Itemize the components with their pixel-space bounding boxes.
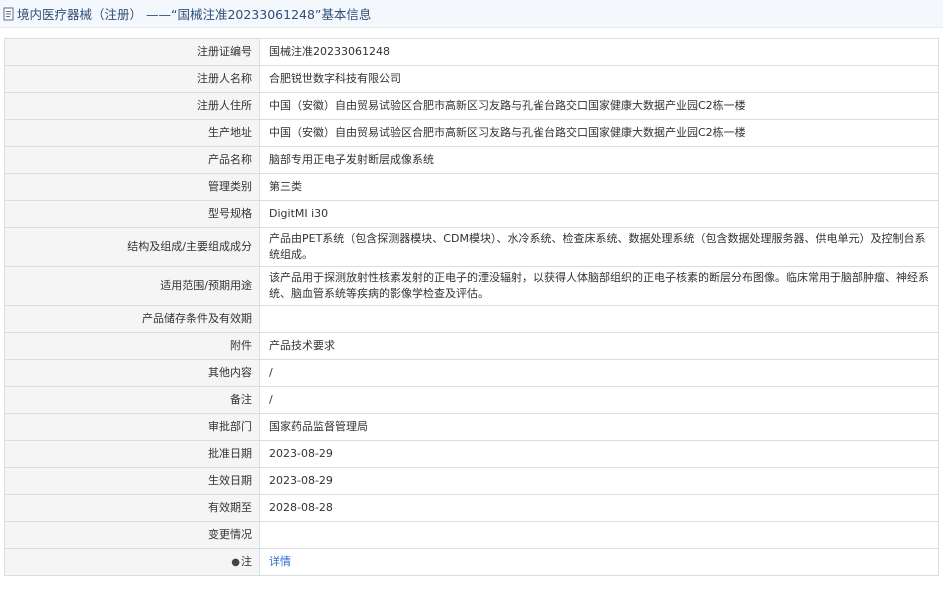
row-label: 批准日期: [4, 440, 260, 468]
note-row: ●注 详情: [4, 548, 939, 576]
row-label: 型号规格: [4, 200, 260, 228]
table-row: 产品储存条件及有效期: [4, 305, 939, 333]
table-row: 注册证编号 国械注准20233061248: [4, 38, 939, 66]
row-label: 注册人名称: [4, 65, 260, 93]
table-row: 备注 /: [4, 386, 939, 414]
row-label: 变更情况: [4, 521, 260, 549]
row-label: 产品名称: [4, 146, 260, 174]
row-label: 适用范围/预期用途: [4, 266, 260, 306]
row-value: 脑部专用正电子发射断层成像系统: [259, 146, 939, 174]
document-icon: [3, 7, 14, 20]
row-label: 管理类别: [4, 173, 260, 201]
note-value-cell: 详情: [259, 548, 939, 576]
table-row: 型号规格 DigitMI i30: [4, 200, 939, 228]
row-value: [259, 521, 939, 549]
table-row: 批准日期 2023-08-29: [4, 440, 939, 468]
row-value: 该产品用于探测放射性核素发射的正电子的湮没辐射，以获得人体脑部组织的正电子核素的…: [259, 266, 939, 306]
registration-info-table: 注册证编号 国械注准20233061248 注册人名称 合肥锐世数字科技有限公司…: [4, 38, 939, 576]
table-row: 附件 产品技术要求: [4, 332, 939, 360]
row-label: 其他内容: [4, 359, 260, 387]
table-row: 其他内容 /: [4, 359, 939, 387]
page-title-bar: 境内医疗器械（注册） ——“国械注准20233061248”基本信息: [0, 0, 943, 28]
note-label: 注: [241, 554, 252, 568]
row-value: 2023-08-29: [259, 440, 939, 468]
row-label: 有效期至: [4, 494, 260, 522]
row-value: 产品技术要求: [259, 332, 939, 360]
table-row: 注册人住所 中国（安徽）自由贸易试验区合肥市高新区习友路与孔雀台路交口国家健康大…: [4, 92, 939, 120]
pin-icon: ●: [231, 556, 240, 568]
row-label: 生产地址: [4, 119, 260, 147]
note-label-cell: ●注: [4, 548, 260, 576]
table-row: 变更情况: [4, 521, 939, 549]
row-value: [259, 305, 939, 333]
row-value: 中国（安徽）自由贸易试验区合肥市高新区习友路与孔雀台路交口国家健康大数据产业园C…: [259, 92, 939, 120]
table-row: 注册人名称 合肥锐世数字科技有限公司: [4, 65, 939, 93]
table-row: 生效日期 2023-08-29: [4, 467, 939, 495]
table-row: 管理类别 第三类: [4, 173, 939, 201]
table-row: 生产地址 中国（安徽）自由贸易试验区合肥市高新区习友路与孔雀台路交口国家健康大数…: [4, 119, 939, 147]
row-label: 附件: [4, 332, 260, 360]
row-value: 合肥锐世数字科技有限公司: [259, 65, 939, 93]
table-row: 结构及组成/主要组成成分 产品由PET系统（包含探测器模块、CDM模块）、水冷系…: [4, 227, 939, 267]
row-value: 2028-08-28: [259, 494, 939, 522]
table-row: 有效期至 2028-08-28: [4, 494, 939, 522]
row-value: /: [259, 386, 939, 414]
row-value: 产品由PET系统（包含探测器模块、CDM模块）、水冷系统、检查床系统、数据处理系…: [259, 227, 939, 267]
row-label: 结构及组成/主要组成成分: [4, 227, 260, 267]
row-label: 备注: [4, 386, 260, 414]
row-label: 审批部门: [4, 413, 260, 441]
table-row: 产品名称 脑部专用正电子发射断层成像系统: [4, 146, 939, 174]
page-title: 境内医疗器械（注册） ——“国械注准20233061248”基本信息: [17, 7, 372, 22]
row-label: 注册证编号: [4, 38, 260, 66]
row-label: 注册人住所: [4, 92, 260, 120]
table-row: 适用范围/预期用途 该产品用于探测放射性核素发射的正电子的湮没辐射，以获得人体脑…: [4, 266, 939, 306]
row-value: DigitMI i30: [259, 200, 939, 228]
row-value: 第三类: [259, 173, 939, 201]
table-row: 审批部门 国家药品监督管理局: [4, 413, 939, 441]
row-value: 国家药品监督管理局: [259, 413, 939, 441]
row-value: 国械注准20233061248: [259, 38, 939, 66]
row-value: 2023-08-29: [259, 467, 939, 495]
row-value: /: [259, 359, 939, 387]
row-label: 生效日期: [4, 467, 260, 495]
row-label: 产品储存条件及有效期: [4, 305, 260, 333]
details-link[interactable]: 详情: [269, 555, 291, 568]
row-value: 中国（安徽）自由贸易试验区合肥市高新区习友路与孔雀台路交口国家健康大数据产业园C…: [259, 119, 939, 147]
